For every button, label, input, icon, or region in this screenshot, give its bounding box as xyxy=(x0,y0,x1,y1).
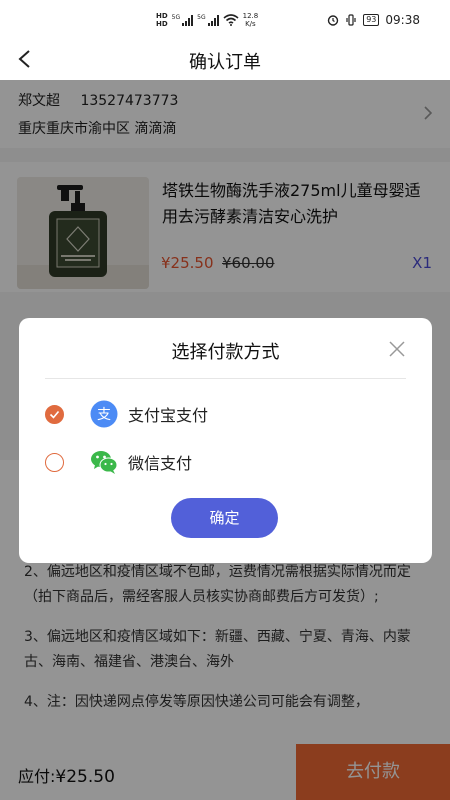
dialog-title: 选择付款方式 xyxy=(171,342,280,363)
radio-checked[interactable] xyxy=(45,404,64,424)
page-title: 确认订单 xyxy=(189,52,261,73)
clock: 09:38 xyxy=(385,13,420,27)
close-icon[interactable] xyxy=(388,340,406,358)
vibrate-icon xyxy=(346,14,356,26)
payment-option-alipay[interactable]: 支 支付宝支付 xyxy=(45,396,405,432)
signal-icon: 5G xyxy=(172,14,194,26)
wechat-label: 微信支付 xyxy=(128,454,193,473)
alipay-icon: 支 xyxy=(90,400,118,428)
signal-icon-2: 5G xyxy=(197,14,219,26)
network-speed: 12.8 K/s xyxy=(242,12,259,28)
alarm-icon xyxy=(328,15,339,26)
alipay-label: 支付宝支付 xyxy=(128,406,209,425)
radio-unchecked[interactable] xyxy=(45,452,64,472)
payment-option-wechat[interactable]: 微信支付 xyxy=(45,444,405,480)
nav-bar: 确认订单 xyxy=(0,40,450,80)
divider xyxy=(45,378,406,379)
wifi-icon xyxy=(223,14,239,26)
check-icon xyxy=(49,410,60,419)
wechat-icon xyxy=(91,451,118,474)
status-indicators: HD HD 5G 5G 12.8 K/s xyxy=(156,12,258,28)
hd-indicator: HD HD xyxy=(156,12,168,28)
confirm-button[interactable]: 确定 xyxy=(171,498,278,538)
svg-text:支: 支 xyxy=(97,407,111,423)
status-bar: HD HD 5G 5G 12.8 K/s 93 09:38 xyxy=(0,0,450,40)
payment-method-dialog: 选择付款方式 支 支付宝支付 微信支付 确定 xyxy=(19,318,432,563)
status-right: 93 09:38 xyxy=(327,13,420,27)
battery-icon: 93 xyxy=(363,14,380,26)
